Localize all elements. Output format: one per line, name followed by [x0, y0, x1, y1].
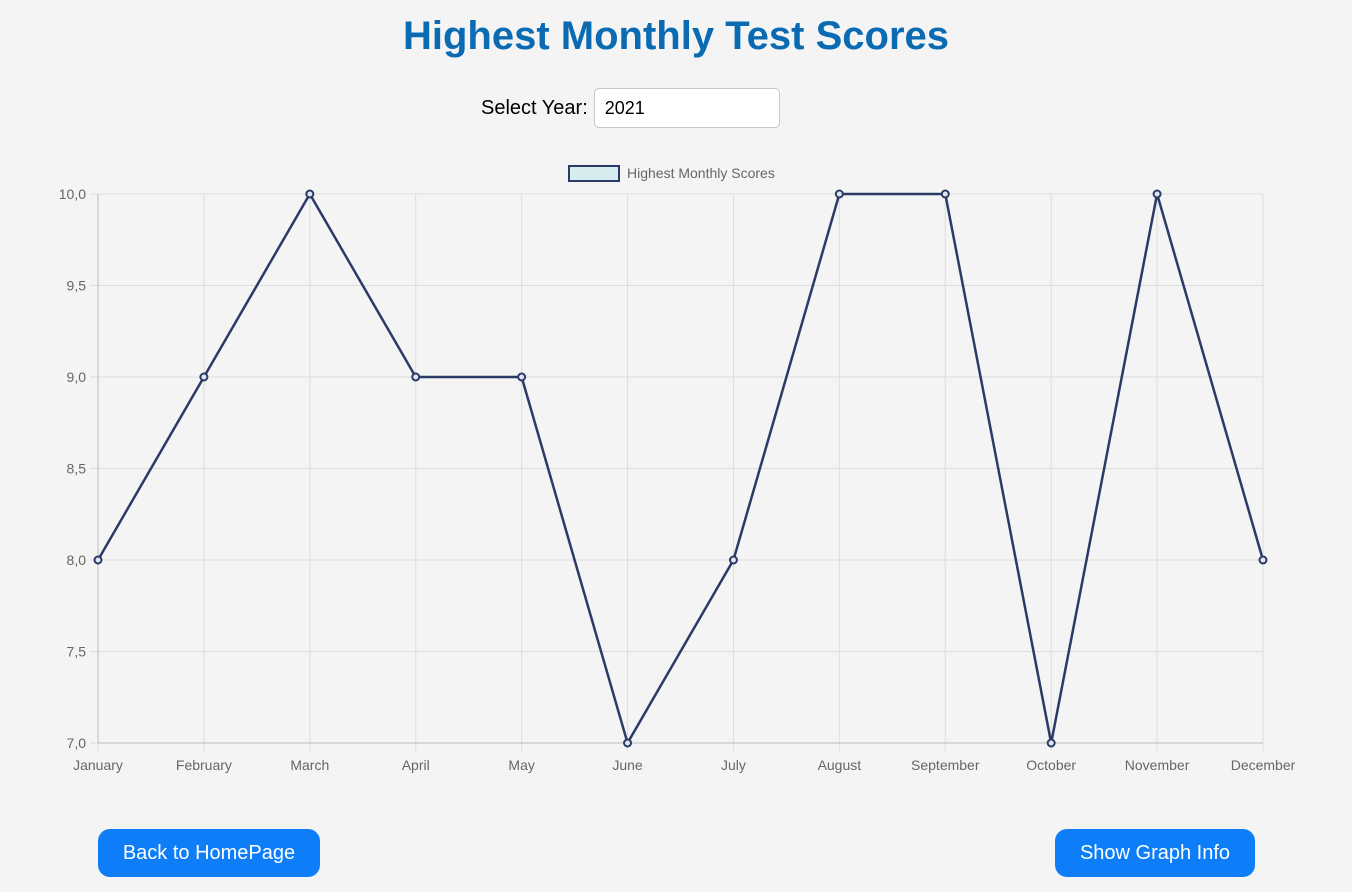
data-point[interactable]: [1046, 738, 1056, 748]
x-tick-label: February: [176, 757, 232, 773]
x-tick-label: October: [1026, 757, 1076, 773]
year-selector: Select Year:: [481, 87, 780, 129]
data-point[interactable]: [940, 189, 950, 199]
page-title: Highest Monthly Test Scores: [402, 14, 949, 58]
data-point[interactable]: [199, 372, 209, 382]
legend-label[interactable]: Highest Monthly Scores: [627, 165, 775, 181]
data-point[interactable]: [728, 555, 738, 565]
x-tick-label: April: [402, 757, 430, 773]
y-tick-label: 9,0: [67, 369, 87, 385]
x-tick-label: August: [818, 757, 862, 773]
data-point[interactable]: [305, 189, 315, 199]
x-tick-label: July: [721, 757, 746, 773]
chart-legend[interactable]: Highest Monthly Scores: [568, 165, 775, 182]
data-point[interactable]: [834, 189, 844, 199]
back-to-homepage-button[interactable]: Back to HomePage: [98, 829, 320, 877]
data-point[interactable]: [93, 555, 103, 565]
show-graph-info-button[interactable]: Show Graph Info: [1055, 829, 1255, 877]
y-tick-label: 7,5: [67, 644, 87, 660]
chart-grid: [90, 193, 1264, 751]
data-point[interactable]: [517, 372, 527, 382]
data-point[interactable]: [411, 372, 421, 382]
x-tick-label: September: [911, 757, 980, 773]
legend-swatch[interactable]: [568, 165, 620, 182]
year-label: Select Year:: [481, 96, 588, 119]
x-tick-label: June: [612, 757, 643, 773]
page: Highest Monthly Test Scores Select Year:…: [0, 0, 1352, 892]
x-tick-label: May: [508, 757, 534, 773]
y-tick-label: 7,0: [67, 735, 87, 751]
y-tick-label: 9,5: [67, 278, 87, 294]
data-point[interactable]: [1258, 555, 1268, 565]
year-input[interactable]: [593, 88, 780, 128]
y-tick-label: 10,0: [59, 186, 86, 202]
x-tick-label: November: [1125, 757, 1190, 773]
chart-axes: 10,0 9,5 9,0 8,5 8,0 7,5 7,0 January February Mar…: [59, 186, 1296, 773]
y-tick-label: 8,5: [67, 461, 87, 477]
data-point[interactable]: [623, 738, 633, 748]
x-tick-label: January: [73, 757, 123, 773]
line-chart: 10,0 9,5 9,0 8,5 8,0 7,5 7,0 January February Mar…: [59, 165, 1296, 773]
x-tick-label: December: [1231, 757, 1296, 773]
data-point[interactable]: [1152, 189, 1162, 199]
y-tick-label: 8,0: [67, 552, 87, 568]
x-tick-label: March: [290, 757, 329, 773]
